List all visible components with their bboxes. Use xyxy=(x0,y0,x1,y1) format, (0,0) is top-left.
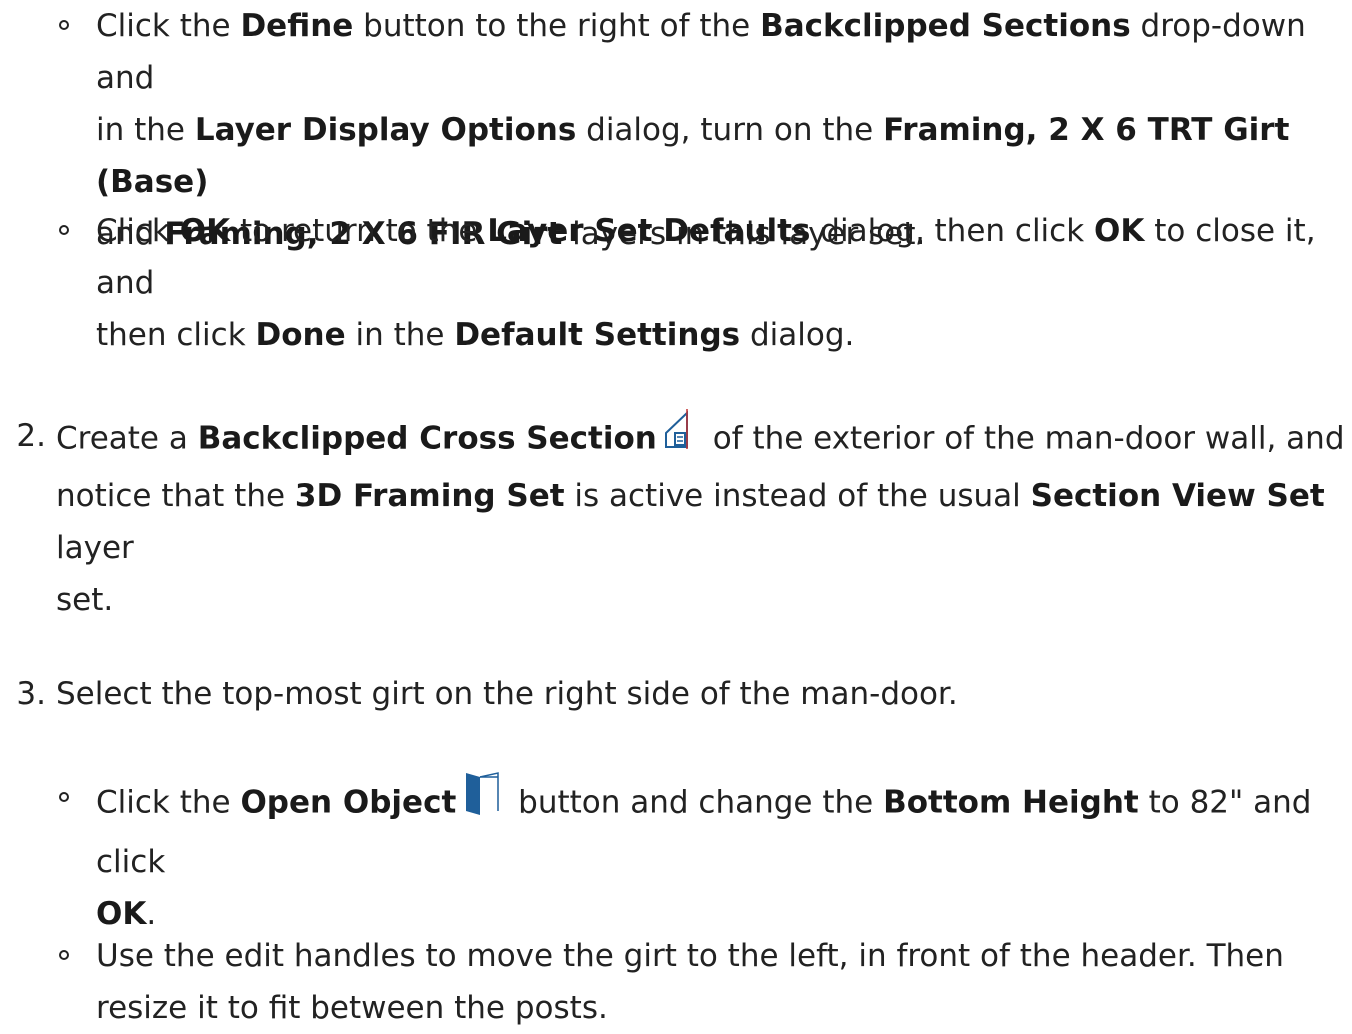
text: Create a xyxy=(56,420,198,457)
ui-term: OK xyxy=(179,213,231,249)
text: is active instead of the usual xyxy=(564,478,1031,514)
step-number: 2. xyxy=(16,418,46,454)
ui-term: Done xyxy=(255,317,346,353)
step-3: Select the top-most girt on the right si… xyxy=(56,668,958,720)
ui-term: 3D Framing Set xyxy=(294,478,565,514)
line: set. xyxy=(56,582,114,618)
bullet-icon xyxy=(59,792,69,802)
line: then click Done in the Default Settings … xyxy=(96,309,1352,361)
text: Click the xyxy=(96,784,241,821)
text: layer xyxy=(56,530,134,566)
text: button to the right of the xyxy=(353,8,761,44)
line: resize it to fit between the posts. xyxy=(96,990,608,1026)
text: . xyxy=(146,896,157,932)
line: notice that the 3D Framing Set is active… xyxy=(56,470,1352,574)
step-2: Create a Backclipped Cross Section of th… xyxy=(56,407,1352,626)
sub-item-open-object: Click the Open Object button and change … xyxy=(96,772,1352,940)
text: to return to the xyxy=(230,213,488,249)
ui-term: OK xyxy=(1094,213,1145,249)
text: dialog. xyxy=(740,317,855,353)
ui-term: Bottom Height xyxy=(883,784,1139,821)
bullet-icon xyxy=(59,950,69,960)
line: in the Layer Display Options dialog, tur… xyxy=(96,104,1352,208)
text: button and change the xyxy=(508,784,884,821)
ui-term: OK xyxy=(96,896,147,932)
ui-term: Open Object xyxy=(240,784,457,821)
step-number: 3. xyxy=(16,676,46,712)
ui-term: Layer Set Defaults xyxy=(487,213,811,249)
line: Click the Open Object button and change … xyxy=(96,772,1352,888)
sub-item-ok: Click OK to return to the Layer Set Defa… xyxy=(96,205,1352,361)
ui-term: Define xyxy=(240,8,354,44)
backclipped-cross-section-icon xyxy=(663,407,697,467)
ui-term: Backclipped Cross Section xyxy=(197,420,657,457)
sub-item-edit-handles: Use the edit handles to move the girt to… xyxy=(96,930,1284,1034)
text: Click xyxy=(96,213,180,249)
ui-term: Backclipped Sections xyxy=(760,8,1131,44)
line: Click OK to return to the Layer Set Defa… xyxy=(96,205,1352,309)
line: Use the edit handles to move the girt to… xyxy=(96,938,1284,974)
text: dialog, then click xyxy=(810,213,1095,249)
line: Select the top-most girt on the right si… xyxy=(56,676,958,712)
ui-term: Default Settings xyxy=(454,317,741,353)
text: Click the xyxy=(96,8,241,44)
document-page: Click the Define button to the right of … xyxy=(0,0,1352,1026)
text: notice that the xyxy=(56,478,295,514)
open-object-icon xyxy=(462,769,502,833)
text: in the xyxy=(96,112,195,148)
ui-term: Section View Set xyxy=(1030,478,1325,514)
text: of the exterior of the man-door wall, an… xyxy=(702,420,1345,457)
text: dialog, turn on the xyxy=(576,112,884,148)
text: then click xyxy=(96,317,256,353)
bullet-icon xyxy=(59,225,69,235)
bullet-icon xyxy=(59,20,69,30)
line: Create a Backclipped Cross Section of th… xyxy=(56,407,1352,470)
ui-term: Layer Display Options xyxy=(194,112,577,148)
line: Click the Define button to the right of … xyxy=(96,0,1352,104)
text: in the xyxy=(345,317,455,353)
